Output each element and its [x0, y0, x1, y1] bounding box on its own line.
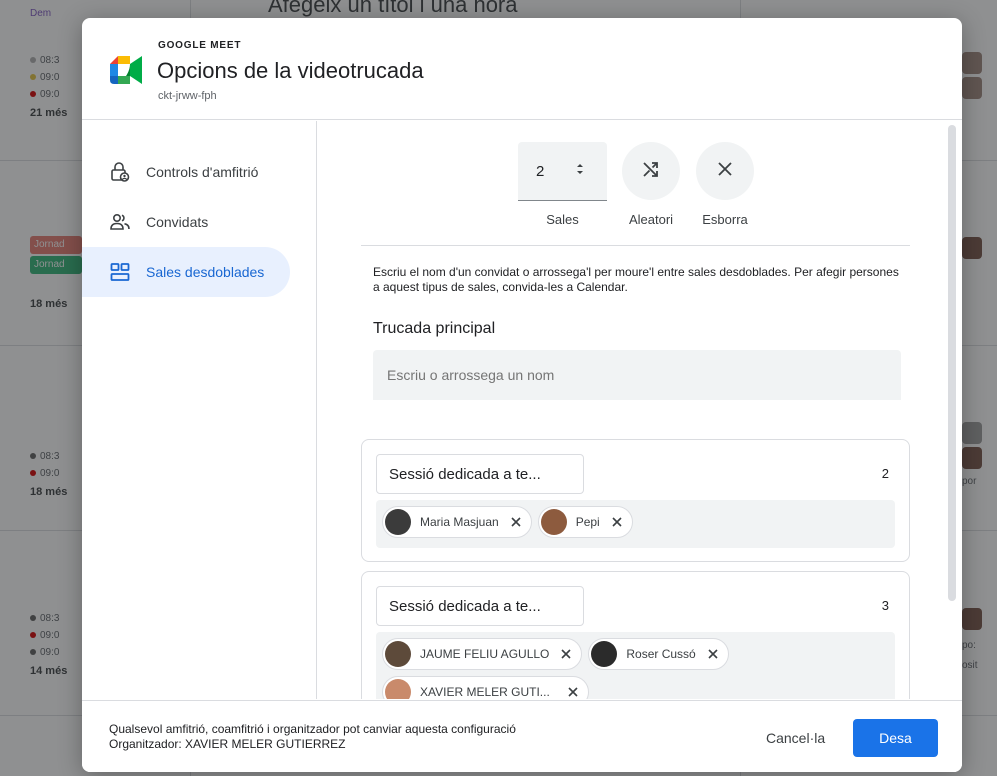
remove-participant-close-icon[interactable] [706, 647, 720, 661]
avatar [385, 679, 411, 699]
scrollbar-thumb[interactable] [948, 125, 956, 601]
remove-participant-close-icon[interactable] [509, 515, 523, 529]
avatar [540, 509, 567, 535]
remove-participant-close-icon[interactable] [610, 515, 624, 529]
footer-info: Qualsevol amfitrió, coamfitrió i organit… [109, 722, 516, 752]
shuffle-label: Aleatori [628, 212, 674, 227]
rooms-count-value: 2 [536, 162, 545, 180]
stepper-arrows-icon[interactable] [575, 162, 585, 180]
sidebar-item-breakout-rooms[interactable]: Sales desdoblades [82, 247, 290, 297]
participant-name: XAVIER MELER GUTI... [420, 685, 550, 699]
close-icon [717, 161, 733, 182]
save-button[interactable]: Desa [853, 719, 938, 757]
brand-label: GOOGLE MEET [158, 40, 242, 51]
avatar [385, 641, 411, 667]
people-icon [109, 211, 131, 233]
main-call-title: Trucada principal [373, 320, 496, 337]
breakout-room-card: Sessió dedicada a te... 3 JAUME FELIU AG… [361, 571, 910, 699]
clear-label: Esborra [702, 212, 748, 227]
footer-permission-text: Qualsevol amfitrió, coamfitrió i organit… [109, 722, 516, 736]
room-participants-area[interactable]: Maria Masjuan Pepi [376, 500, 895, 548]
cancel-button[interactable]: Cancel·la [754, 719, 837, 757]
google-meet-logo-icon [110, 56, 142, 84]
breakout-rooms-panel: 2 Sales Aleatori Esborra Escriu el nom d… [318, 121, 962, 699]
participant-chip[interactable]: Maria Masjuan [382, 506, 532, 538]
panel-scrollbar[interactable] [948, 125, 956, 685]
lock-person-icon [109, 161, 131, 183]
dialog-header: GOOGLE MEET Opcions de la videotrucada c… [82, 18, 962, 120]
main-call-name-input[interactable] [373, 350, 901, 400]
room-name-field[interactable]: Sessió dedicada a te... [376, 586, 584, 626]
room-participant-count: 2 [881, 466, 889, 481]
section-divider [361, 245, 910, 246]
breakout-room-card: Sessió dedicada a te... 2 Maria Masjuan … [361, 439, 910, 562]
breakout-help-text: Escriu el nom d'un convidat o arrossega'… [373, 265, 899, 294]
meeting-code: ckt-jrww-fph [158, 90, 217, 102]
breakout-rooms-icon [109, 261, 131, 283]
participant-chip[interactable]: Pepi [537, 506, 633, 538]
sidebar-item-label: Convidats [146, 214, 209, 230]
footer-organizer-text: Organitzador: XAVIER MELER GUTIERREZ [109, 737, 346, 751]
sidebar-item-label: Sales desdoblades [146, 264, 265, 280]
sidebar-item-label: Controls d'amfitrió [146, 164, 259, 180]
participant-chip[interactable]: XAVIER MELER GUTI... [382, 676, 589, 699]
video-call-options-dialog: GOOGLE MEET Opcions de la videotrucada c… [82, 18, 962, 772]
remove-participant-close-icon[interactable] [566, 685, 580, 699]
avatar [385, 509, 411, 535]
room-participants-area[interactable]: JAUME FELIU AGULLO Roser Cussó XAVIER ME… [376, 632, 895, 699]
participant-chip[interactable]: Roser Cussó [588, 638, 729, 670]
sidebar-item-host-controls[interactable]: Controls d'amfitrió [82, 147, 290, 197]
room-participant-count: 3 [881, 598, 889, 613]
sidebar-item-guests[interactable]: Convidats [82, 197, 290, 247]
participant-name: Maria Masjuan [420, 515, 499, 529]
participant-name: Roser Cussó [626, 647, 696, 661]
avatar [591, 641, 618, 667]
dialog-footer: Qualsevol amfitrió, coamfitrió i organit… [82, 700, 962, 772]
remove-participant-close-icon[interactable] [559, 647, 573, 661]
participant-name: JAUME FELIU AGULLO [420, 647, 550, 661]
rooms-count-stepper[interactable]: 2 [518, 142, 607, 201]
room-name-field[interactable]: Sessió dedicada a te... [376, 454, 584, 494]
rooms-count-label: Sales [546, 212, 579, 227]
shuffle-button[interactable] [622, 142, 680, 200]
shuffle-icon [641, 159, 661, 184]
dialog-title: Opcions de la videotrucada [157, 58, 424, 83]
settings-sidebar: Controls d'amfitrió Convidats Sales desd… [82, 121, 317, 699]
participant-chip[interactable]: JAUME FELIU AGULLO [382, 638, 583, 670]
clear-button[interactable] [696, 142, 754, 200]
participant-name: Pepi [575, 515, 600, 529]
